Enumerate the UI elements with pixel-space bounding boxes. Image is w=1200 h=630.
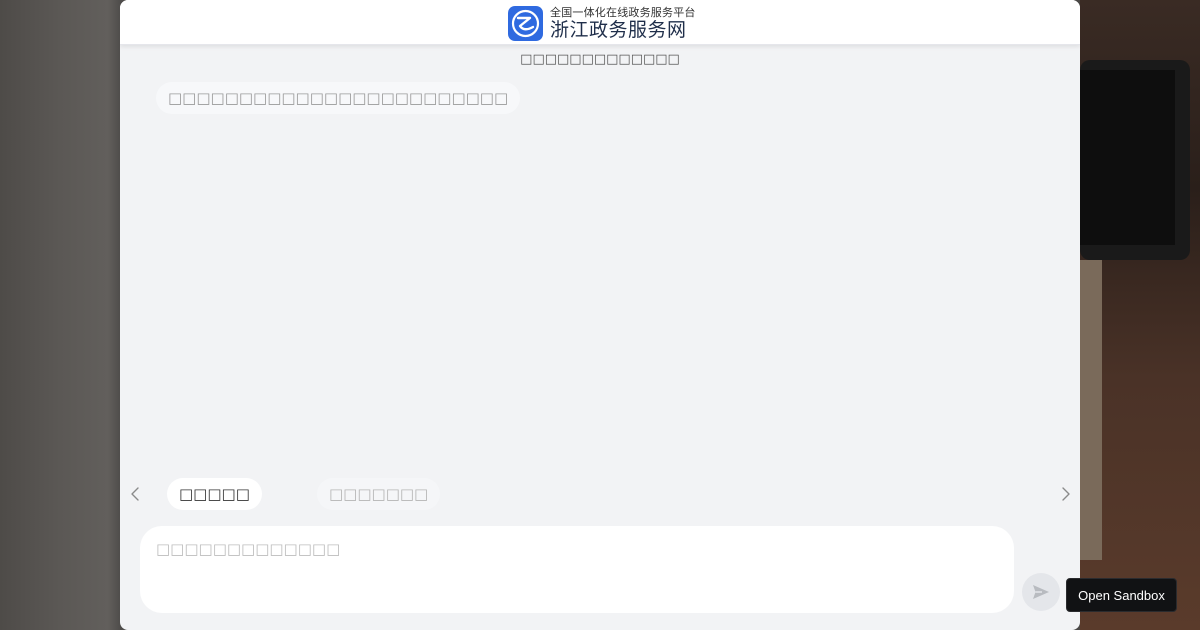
logo-title: 浙江政务服务网 (550, 18, 687, 41)
zhejiang-logo-icon (508, 5, 543, 41)
header: 全国一体化在线政务服务平台 浙江政务服务网 (120, 0, 1080, 45)
chat-notice: □□□□□□□□□□□□□ (520, 52, 680, 67)
quick-chip[interactable]: □□□□□□□ (317, 478, 441, 510)
bot-message: □□□□□□□□□□□□□□□□□□□□□□□□ (156, 82, 521, 114)
site-logo[interactable]: 全国一体化在线政务服务平台 浙江政务服务网 (508, 5, 696, 41)
logo-subtitle: 全国一体化在线政务服务平台 (550, 5, 696, 19)
message-input-box[interactable] (140, 526, 1014, 613)
send-icon (1033, 585, 1049, 599)
message-input[interactable] (156, 540, 998, 599)
background-paper (1080, 260, 1102, 560)
send-button[interactable] (1022, 573, 1060, 611)
chevron-right-icon[interactable] (1057, 482, 1075, 506)
chat-panel: 全国一体化在线政务服务平台 浙江政务服务网 □□□□□□□□□□□□□ □□□□… (120, 0, 1080, 630)
chevron-left-icon[interactable] (126, 482, 144, 506)
quick-chip[interactable]: □□□□□ (167, 478, 262, 510)
background-laptop-screen (1080, 70, 1175, 245)
open-sandbox-button[interactable]: Open Sandbox (1066, 578, 1177, 612)
